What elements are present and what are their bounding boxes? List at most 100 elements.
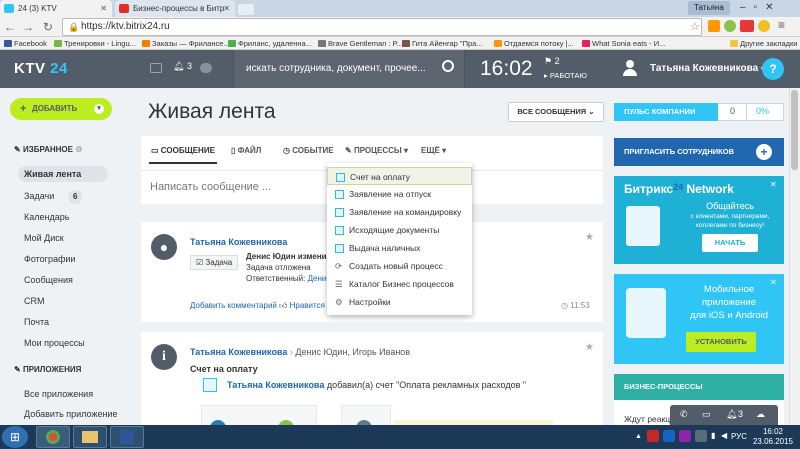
menu-item-cash[interactable]: Выдача наличных xyxy=(327,239,472,257)
browser-tab-ktv[interactable]: 24 (3) KTV ✕ xyxy=(0,0,112,17)
bp-awaiting-text[interactable]: Ждут реакц xyxy=(624,414,670,424)
bookmark-star-icon[interactable]: ☆ xyxy=(690,20,700,33)
star-icon[interactable]: ★ xyxy=(585,232,594,243)
menu-item-vacation[interactable]: Заявление на отпуск xyxy=(327,185,472,203)
menu-item-new-process[interactable]: ⟳ Создать новый процесс xyxy=(327,257,472,275)
menu-item-invoice[interactable]: Счет на оплату xyxy=(327,167,472,185)
adblock-icon[interactable] xyxy=(740,20,754,32)
help-button[interactable]: ? xyxy=(762,58,784,80)
close-tab-icon[interactable]: ✕ xyxy=(223,0,230,17)
language-indicator[interactable]: РУС xyxy=(731,432,747,441)
bitrix-network-banner[interactable]: Битрикс24 Network ✕ Общайтесь с клиентам… xyxy=(614,176,784,264)
tray-app-icon[interactable] xyxy=(679,430,691,442)
tray-app-icon[interactable] xyxy=(647,430,659,442)
phone-icon[interactable]: ✆ xyxy=(680,409,688,420)
sidebar-item-messages[interactable]: Сообщения xyxy=(24,275,73,285)
messages-icon[interactable] xyxy=(150,63,162,73)
window-controls[interactable]: –▫✕ xyxy=(740,0,782,16)
portal-logo[interactable]: KTV 24 xyxy=(14,50,68,88)
search-icon[interactable] xyxy=(442,60,454,72)
sidebar-item-photos[interactable]: Фотографии xyxy=(24,254,75,264)
back-icon[interactable]: ← xyxy=(2,19,18,35)
reload-icon[interactable]: ↻ xyxy=(40,19,56,35)
chat-icon[interactable]: ▭ xyxy=(702,409,711,420)
search-input[interactable]: искать сотрудника, документ, прочее... xyxy=(233,50,465,88)
install-button[interactable]: УСТАНОВИТЬ xyxy=(686,332,756,352)
start-button[interactable]: ⊞ xyxy=(2,426,28,448)
new-tab-button[interactable] xyxy=(238,4,254,15)
taskbar-chrome[interactable] xyxy=(36,426,70,448)
tab-more[interactable]: ЕЩЁ ▾ xyxy=(421,146,446,155)
menu-item-settings[interactable]: ⚙ Настройки xyxy=(327,293,472,311)
invite-employees-button[interactable]: ПРИГЛАСИТЬ СОТРУДНИКОВ + xyxy=(614,138,784,166)
sidebar-item-mail[interactable]: Почта xyxy=(24,317,49,327)
post-author[interactable]: Татьяна Кожевникова xyxy=(190,347,287,357)
tab-file[interactable]: ▯ ФАЙЛ xyxy=(231,146,261,155)
tray-app-icon[interactable] xyxy=(695,430,707,442)
sidebar-item-my-drive[interactable]: Мой Диск xyxy=(24,233,64,243)
extension-icon[interactable] xyxy=(724,20,736,32)
message-input[interactable]: Написать сообщение ... xyxy=(150,181,271,193)
bell-icon[interactable]: 🔔︎ xyxy=(726,409,737,420)
notifications-button[interactable]: 🔔︎ 3 xyxy=(173,61,192,72)
close-tab-icon[interactable]: ✕ xyxy=(100,0,107,17)
tab-message[interactable]: ▭ СООБЩЕНИЕ xyxy=(151,146,215,155)
user-avatar-icon[interactable] xyxy=(623,60,637,76)
cloud-icon[interactable] xyxy=(200,63,212,73)
work-status[interactable]: ▸ РАБОТАЮ xyxy=(544,71,587,80)
url-input[interactable]: 🔒 https://ktv.bitrix24.ru xyxy=(62,18,702,36)
taskbar-word[interactable] xyxy=(110,426,144,448)
bookmark-item[interactable]: Отдаемся потоку |... xyxy=(494,37,574,49)
clock[interactable]: 16:02 xyxy=(751,427,795,436)
sidebar-item-calendar[interactable]: Календарь xyxy=(24,212,69,222)
feed-filter-dropdown[interactable]: ВСЕ СООБЩЕНИЯ ⌄ xyxy=(508,102,604,122)
sidebar-item-crm[interactable]: CRM xyxy=(24,296,45,306)
bookmark-item[interactable]: Тренировки - Lingu... xyxy=(54,37,136,49)
taskbar-explorer[interactable] xyxy=(73,426,107,448)
tab-event[interactable]: ◷ СОБЫТИЕ xyxy=(283,146,334,155)
apps-header[interactable]: ✎ ПРИЛОЖЕНИЯ xyxy=(14,365,81,374)
extension-icon[interactable] xyxy=(758,20,770,32)
tray-app-icon[interactable] xyxy=(663,430,675,442)
messenger-bar[interactable]: ✆ ▭ 🔔︎ 3 ☁ xyxy=(670,405,778,425)
network-icon[interactable]: ▮ xyxy=(711,431,715,440)
bookmark-item[interactable]: What Sonia eats - И... xyxy=(582,37,665,49)
sidebar-item-live-feed[interactable]: Живая лента xyxy=(24,169,81,179)
network-start-button[interactable]: НАЧАТЬ xyxy=(702,234,758,252)
chrome-menu-icon[interactable]: ≡ xyxy=(778,18,785,32)
bookmark-item[interactable]: Facebook xyxy=(4,37,47,49)
sidebar-item-my-processes[interactable]: Мои процессы xyxy=(24,338,85,348)
sidebar-item-tasks[interactable]: Задачи 6 xyxy=(24,190,83,204)
bookmark-item[interactable]: Brave Gentleman : P... xyxy=(318,37,403,49)
add-button[interactable]: + ДОБАВИТЬ ▾ xyxy=(10,98,112,120)
extension-icon[interactable] xyxy=(708,20,720,32)
mobile-app-banner[interactable]: ✕ Мобильное приложение для iOS и Android… xyxy=(614,274,784,364)
avatar[interactable]: ● xyxy=(151,234,177,260)
sidebar-item-add-app[interactable]: Добавить приложение xyxy=(24,409,117,419)
forward-icon[interactable]: → xyxy=(20,19,36,35)
clock[interactable]: 16:02 xyxy=(480,50,533,88)
browser-tab-business-processes[interactable]: Бизнес-процессы в Битр ✕ xyxy=(115,0,235,17)
bookmark-item[interactable]: Фриланс, удаленна... xyxy=(228,37,312,49)
bookmark-item[interactable]: Заказы — Фрилансе... xyxy=(142,37,230,49)
chrome-user-badge[interactable]: Татьяна xyxy=(688,1,730,15)
star-icon[interactable]: ★ xyxy=(585,342,594,353)
close-icon[interactable]: ✕ xyxy=(770,180,777,189)
volume-icon[interactable]: ◀ xyxy=(721,431,727,440)
post-recipients[interactable]: Денис Юдин, Игорь Иванов xyxy=(295,347,410,357)
scrollbar-thumb[interactable] xyxy=(791,90,798,170)
menu-item-catalog[interactable]: ☰ Каталог Бизнес процессов xyxy=(327,275,472,293)
post-author[interactable]: Татьяна Кожевникова xyxy=(190,237,287,247)
like-button[interactable]: 👍︎ Нравится xyxy=(279,301,325,311)
add-comment-link[interactable]: Добавить комментарий xyxy=(190,301,277,310)
sub-author[interactable]: Татьяна Кожевникова xyxy=(227,380,324,390)
bookmark-item[interactable]: Гита Айенгар "Пра... xyxy=(402,37,483,49)
cloud-icon[interactable]: ☁ xyxy=(756,409,765,420)
gear-icon[interactable]: ⚙ xyxy=(75,145,82,154)
tab-processes[interactable]: ✎ ПРОЦЕССЫ ▾ xyxy=(345,146,408,155)
user-menu[interactable]: Татьяна Кожевникова ▾ xyxy=(650,50,764,89)
bookmark-folder-other[interactable]: Другие закладки xyxy=(730,37,797,49)
tasks-counter[interactable]: ⚑ 2 xyxy=(544,56,560,67)
menu-item-outgoing-docs[interactable]: Исходящие документы xyxy=(327,221,472,239)
favorites-header[interactable]: ✎ ИЗБРАННОЕ ⚙ xyxy=(14,145,82,154)
